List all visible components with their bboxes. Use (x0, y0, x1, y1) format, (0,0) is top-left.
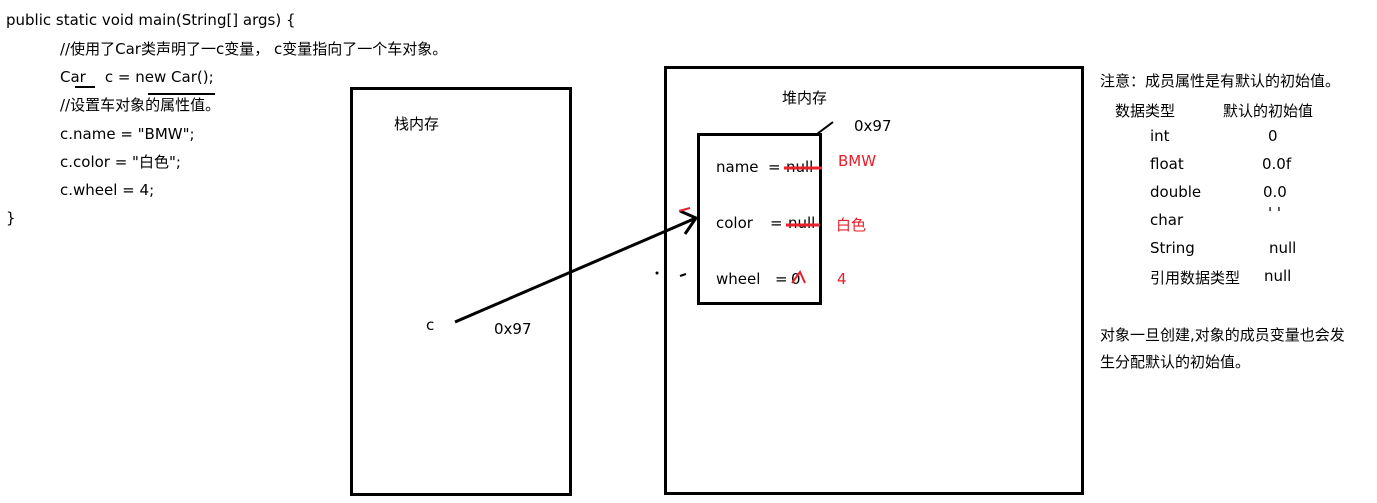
notes-value: null (1264, 267, 1292, 285)
notes-type: 引用数据类型 (1150, 269, 1241, 287)
notes-type: String (1150, 239, 1195, 257)
stray-dash (679, 273, 687, 277)
notes-type: double (1150, 183, 1202, 201)
notes-type: float (1150, 155, 1184, 173)
notes-value: 0 (1268, 127, 1278, 145)
address-tick (816, 121, 834, 135)
reference-arrow (454, 216, 697, 324)
notes-col-default: 默认的初始值 (1223, 102, 1314, 120)
notes-footer: 生分配默认的初始值。 (1100, 353, 1251, 371)
notes-col-type: 数据类型 (1115, 102, 1176, 120)
notes-value: ' ' (1268, 204, 1282, 222)
notes-heading: 注意：成员属性是有默认的初始值。 (1100, 72, 1341, 90)
notes-type: int (1150, 127, 1170, 145)
notes-value: null (1269, 239, 1297, 257)
notes-type: char (1150, 211, 1184, 229)
strike-wheel-default (791, 270, 806, 284)
red-tick-mark (678, 207, 691, 212)
notes-value: 0.0 (1263, 183, 1287, 201)
notes-footer: 对象一旦创建,对象的成员变量也会发 (1100, 326, 1345, 344)
stray-dot (655, 271, 659, 275)
notes-value: 0.0f (1262, 155, 1292, 173)
